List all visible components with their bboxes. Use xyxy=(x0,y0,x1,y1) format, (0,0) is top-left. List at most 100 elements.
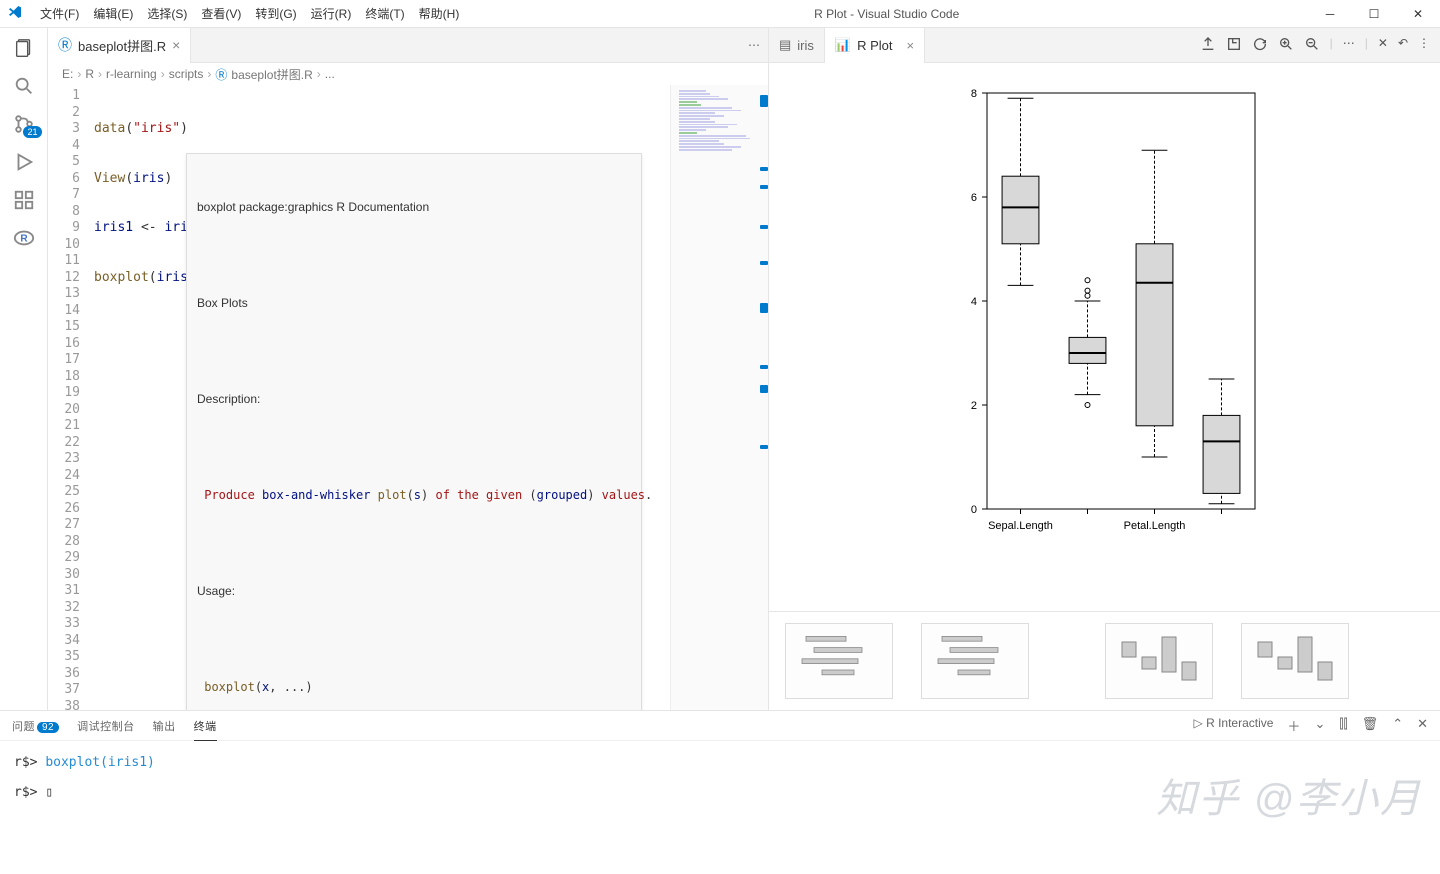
refresh-icon[interactable] xyxy=(1252,36,1268,55)
source-control-icon[interactable]: 21 xyxy=(12,112,36,136)
plot-thumb[interactable] xyxy=(1105,623,1213,699)
menu-goto[interactable]: 转到(G) xyxy=(249,3,302,24)
menu-terminal[interactable]: 终端(T) xyxy=(359,3,410,24)
line-gutter: 1234567891011121314151617181920212223242… xyxy=(48,85,94,710)
tab-terminal[interactable]: 终端 xyxy=(194,718,217,741)
plot-thumb[interactable] xyxy=(785,623,893,699)
terminal-name[interactable]: ▷ R Interactive xyxy=(1194,716,1274,735)
undo-icon[interactable]: ↶ xyxy=(1398,36,1408,55)
r-file-icon: Ⓡ xyxy=(215,66,227,83)
kill-terminal-icon[interactable]: 🗑 xyxy=(1362,716,1379,735)
breadcrumb-part[interactable]: ... xyxy=(325,67,335,81)
plot-thumbnails xyxy=(769,612,1440,710)
svg-text:Sepal.Length: Sepal.Length xyxy=(988,520,1053,532)
vscode-icon xyxy=(0,4,30,23)
menu-run[interactable]: 运行(R) xyxy=(305,3,358,24)
tab-baseplot[interactable]: Ⓡ baseplot拼图.R × xyxy=(48,28,191,63)
plot-toolbar: | ⋯ | ✕ ↶ ⋮ xyxy=(1190,36,1440,55)
extensions-icon[interactable] xyxy=(12,188,36,212)
terminal-prompt: r$> xyxy=(14,755,37,770)
new-terminal-icon[interactable]: ＋ xyxy=(1287,716,1300,735)
split-terminal-icon[interactable]: ⫿⫿ xyxy=(1339,716,1347,735)
problems-badge: 92 xyxy=(37,722,59,733)
tooltip-usage-label: Usage: xyxy=(197,582,631,600)
terminal-cmd: boxplot(iris1) xyxy=(45,755,155,770)
menubar: 文件(F) 编辑(E) 选择(S) 查看(V) 转到(G) 运行(R) 终端(T… xyxy=(30,3,465,24)
scm-badge: 21 xyxy=(23,126,41,138)
tab-overflow-icon[interactable]: ⋯ xyxy=(740,38,768,52)
export-icon[interactable] xyxy=(1200,36,1216,55)
tooltip-title: Box Plots xyxy=(197,294,631,312)
tab-close-icon[interactable]: × xyxy=(907,38,915,53)
tab-problems[interactable]: 问题92 xyxy=(12,718,59,734)
menu-view[interactable]: 查看(V) xyxy=(195,3,247,24)
window-minimize[interactable]: ─ xyxy=(1308,0,1352,28)
chart-icon: 📊 xyxy=(835,37,851,53)
svg-text:2: 2 xyxy=(970,400,976,412)
breadcrumb-part[interactable]: E: xyxy=(62,67,73,81)
tab-close-icon[interactable]: × xyxy=(172,37,180,53)
panel-tabs: 问题92 调试控制台 输出 终端 ▷ R Interactive ＋ ⌄ ⫿⫿ … xyxy=(0,711,1440,741)
menu-edit[interactable]: 编辑(E) xyxy=(87,3,139,24)
close-panel-icon[interactable]: ✕ xyxy=(1417,716,1428,735)
r-lang-icon[interactable]: R xyxy=(12,226,36,250)
svg-text:4: 4 xyxy=(970,296,976,308)
overflow-icon[interactable]: ⋮ xyxy=(1418,36,1430,55)
svg-text:8: 8 xyxy=(970,88,976,100)
tab-label: baseplot拼图.R xyxy=(78,36,166,55)
terminal-dropdown-icon[interactable]: ⌄ xyxy=(1314,716,1325,735)
r-file-icon: Ⓡ xyxy=(58,35,72,55)
pop-out-icon[interactable] xyxy=(1226,36,1242,55)
breadcrumb-part[interactable]: baseplot拼图.R xyxy=(231,66,312,83)
close-panel-icon[interactable]: ✕ xyxy=(1378,36,1388,55)
minimap[interactable] xyxy=(670,85,768,710)
menu-select[interactable]: 选择(S) xyxy=(141,3,193,24)
editor-body[interactable]: 1234567891011121314151617181920212223242… xyxy=(48,85,768,710)
tab-iris[interactable]: ▤iris xyxy=(769,28,825,63)
menu-file[interactable]: 文件(F) xyxy=(34,3,85,24)
tab-debug-console[interactable]: 调试控制台 xyxy=(77,718,135,734)
terminal-cursor: ▯ xyxy=(45,785,53,800)
titlebar: 文件(F) 编辑(E) 选择(S) 查看(V) 转到(G) 运行(R) 终端(T… xyxy=(0,0,1440,28)
plot-thumb[interactable] xyxy=(1241,623,1349,699)
svg-text:0: 0 xyxy=(970,504,976,516)
maximize-panel-icon[interactable]: ⌃ xyxy=(1392,716,1403,735)
breadcrumb-part[interactable]: R xyxy=(85,67,94,81)
window-maximize[interactable]: ☐ xyxy=(1352,0,1396,28)
tab-output[interactable]: 输出 xyxy=(153,718,176,734)
tooltip-desc: Produce box-and-whisker plot(s) of the g… xyxy=(197,486,631,504)
svg-text:Petal.Length: Petal.Length xyxy=(1123,520,1185,532)
plot-view: 0 2 4 6 8 Sepal.Length Petal.Length xyxy=(769,63,1440,710)
tab-label: R Plot xyxy=(857,38,892,53)
terminal[interactable]: r$> boxplot(iris1) r$> ▯ xyxy=(0,741,1440,874)
plot-main: 0 2 4 6 8 Sepal.Length Petal.Length xyxy=(769,63,1440,612)
breadcrumb[interactable]: E:› R› r-learning› scripts› Ⓡ baseplot拼图… xyxy=(48,63,768,85)
zoom-out-icon[interactable] xyxy=(1304,36,1320,55)
activity-bar: 21 R xyxy=(0,28,48,710)
code-area[interactable]: data("iris") View(iris) iris1 <- iris[,-… xyxy=(94,85,768,710)
bottom-panel: 问题92 调试控制台 输出 终端 ▷ R Interactive ＋ ⌄ ⫿⫿ … xyxy=(0,710,1440,874)
tab-rplot[interactable]: 📊 R Plot × xyxy=(825,28,925,63)
terminal-prompt: r$> xyxy=(14,785,37,800)
explorer-icon[interactable] xyxy=(12,36,36,60)
search-icon[interactable] xyxy=(12,74,36,98)
svg-text:6: 6 xyxy=(970,192,976,204)
window-title: R Plot - Visual Studio Code xyxy=(465,7,1308,21)
right-tabs: ▤iris 📊 R Plot × | ⋯ | ✕ ↶ ⋮ xyxy=(769,28,1440,63)
menu-help[interactable]: 帮助(H) xyxy=(413,3,466,24)
window-close[interactable]: ✕ xyxy=(1396,0,1440,28)
editor-area: Ⓡ baseplot拼图.R × ⋯ E:› R› r-learning› sc… xyxy=(48,28,768,710)
breadcrumb-part[interactable]: r-learning xyxy=(106,67,157,81)
tooltip-header: boxplot package:graphics R Documentation xyxy=(197,198,631,216)
breadcrumb-part[interactable]: scripts xyxy=(169,67,204,81)
hover-tooltip: boxplot package:graphics R Documentation… xyxy=(186,153,642,710)
plot-thumb[interactable] xyxy=(921,623,1029,699)
run-debug-icon[interactable] xyxy=(12,150,36,174)
tooltip-desc-label: Description: xyxy=(197,390,631,408)
editor-tabs: Ⓡ baseplot拼图.R × ⋯ xyxy=(48,28,768,63)
table-icon: ▤ xyxy=(779,37,791,53)
zoom-in-icon[interactable] xyxy=(1278,36,1294,55)
boxplot-chart: 0 2 4 6 8 Sepal.Length Petal.Length xyxy=(945,79,1265,559)
right-panel: ▤iris 📊 R Plot × | ⋯ | ✕ ↶ ⋮ 0 2 4 6 8 Sepal.Le… xyxy=(768,28,1440,710)
more-icon[interactable]: ⋯ xyxy=(1343,36,1355,55)
